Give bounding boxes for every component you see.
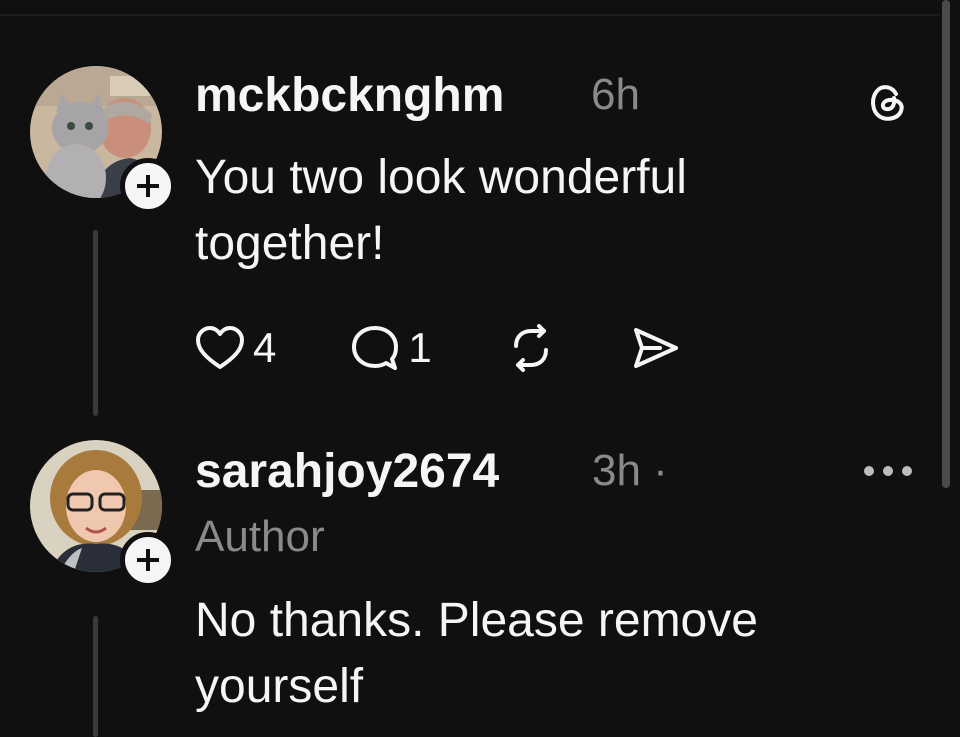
reply-button[interactable]: 1	[350, 324, 432, 372]
plus-icon	[137, 549, 159, 571]
heart-icon	[196, 326, 244, 369]
author-reply-post: sarahjoy2674 3h · Author No thanks. Plea…	[0, 420, 940, 737]
post-text-line: together!	[195, 217, 385, 270]
follow-plus-button[interactable]	[120, 158, 176, 214]
thread-line	[93, 230, 98, 416]
reply-post: mckbcknghm 6h You two look wonderful tog…	[0, 0, 940, 420]
reply-count: 1	[408, 324, 432, 371]
avatar[interactable]	[30, 66, 176, 214]
like-count: 4	[253, 324, 277, 371]
post-actions: 4 1	[195, 324, 682, 372]
post-text: You two look wonderful together!	[195, 145, 687, 277]
post-text-line: No thanks. Please remove	[195, 594, 758, 647]
threads-logo-icon[interactable]	[862, 76, 912, 131]
post-text-line: yourself	[195, 660, 364, 713]
timestamp: 3h ·	[592, 446, 668, 495]
post-text: No thanks. Please remove yourself	[195, 588, 758, 720]
thread-line	[93, 616, 98, 737]
author-badge: Author	[195, 512, 325, 561]
like-button[interactable]: 4	[195, 324, 276, 372]
comment-icon	[352, 326, 399, 370]
send-icon	[633, 328, 678, 368]
username[interactable]: mckbcknghm	[195, 68, 504, 123]
follow-plus-button[interactable]	[120, 532, 176, 588]
repost-icon	[513, 324, 548, 372]
more-options-icon[interactable]	[862, 464, 914, 483]
post-text-line: You two look wonderful	[195, 151, 687, 204]
share-button[interactable]	[630, 324, 682, 372]
repost-button[interactable]	[506, 324, 556, 372]
timestamp: 6h	[591, 70, 640, 119]
plus-icon	[137, 175, 159, 197]
scrollbar[interactable]	[942, 0, 950, 488]
avatar[interactable]	[30, 440, 176, 588]
username[interactable]: sarahjoy2674	[195, 444, 499, 499]
